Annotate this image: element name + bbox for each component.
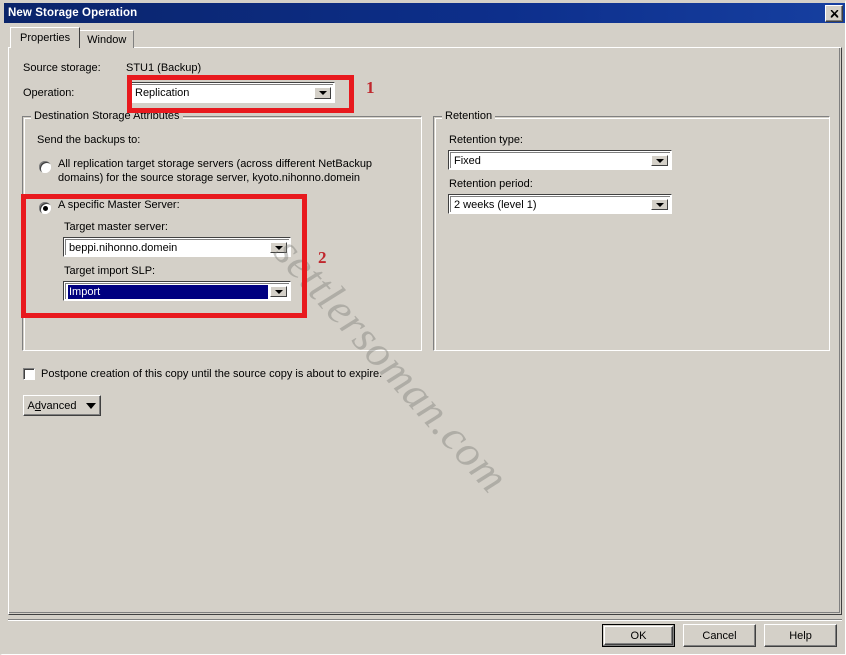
- operation-combo-value: Replication: [135, 87, 190, 99]
- tab-window-label: Window: [87, 33, 127, 46]
- target-master-server-combo[interactable]: beppi.nihonno.domein: [63, 237, 291, 257]
- dialog-window: New Storage Operation Properties Window …: [0, 0, 846, 655]
- send-backups-to-label: Send the backups to:: [37, 134, 141, 146]
- retention-period-combo[interactable]: 2 weeks (level 1): [448, 194, 672, 214]
- ok-button[interactable]: OK: [602, 624, 675, 647]
- operation-label: Operation:: [23, 87, 75, 99]
- retention-type-combo[interactable]: Fixed: [448, 150, 672, 170]
- radio-all-replication-targets-line1: All replication target storage servers (…: [58, 158, 373, 170]
- target-master-server-label: Target master server:: [64, 221, 168, 233]
- footer-separator: [8, 619, 842, 621]
- close-icon[interactable]: [825, 5, 843, 22]
- retention-period-label: Retention period:: [449, 178, 533, 190]
- postpone-checkbox[interactable]: [23, 368, 35, 380]
- cancel-button[interactable]: Cancel: [683, 624, 756, 647]
- radio-specific-master-server-label: A specific Master Server:: [58, 199, 180, 211]
- destination-storage-attributes-group: Destination Storage Attributes Send the …: [22, 110, 422, 351]
- retention-group-title: Retention: [442, 110, 496, 122]
- operation-combo[interactable]: Replication: [129, 82, 335, 103]
- source-storage-label: Source storage:: [23, 62, 101, 74]
- title-bar: New Storage Operation: [4, 3, 845, 23]
- chevron-down-icon[interactable]: [651, 155, 668, 166]
- target-import-slp-label: Target import SLP:: [64, 265, 156, 277]
- tab-properties[interactable]: Properties: [10, 27, 81, 48]
- tab-strip: Properties Window: [10, 27, 135, 48]
- postpone-checkbox-label: Postpone creation of this copy until the…: [41, 368, 383, 380]
- window-title: New Storage Operation: [8, 7, 138, 19]
- help-button-label: Help: [789, 629, 812, 642]
- ok-button-label: OK: [630, 629, 647, 642]
- chevron-down-icon: [86, 402, 97, 409]
- retention-group: Retention Retention type: Fixed Retentio…: [433, 110, 830, 351]
- target-import-slp-combo[interactable]: Import: [63, 281, 291, 301]
- tab-properties-label: Properties: [20, 32, 71, 44]
- advanced-button[interactable]: Advanced: [23, 395, 101, 416]
- advanced-button-label: Advanced: [27, 399, 77, 412]
- radio-all-replication-targets-line2: domains) for the source storage server, …: [58, 172, 361, 184]
- source-storage-value: STU1 (Backup): [126, 62, 202, 74]
- help-button[interactable]: Help: [764, 624, 837, 647]
- tab-window[interactable]: Window: [79, 30, 135, 48]
- retention-period-value: 2 weeks (level 1): [454, 198, 537, 211]
- chevron-down-icon[interactable]: [270, 242, 287, 253]
- target-import-slp-value: Import: [68, 284, 268, 299]
- retention-type-value: Fixed: [454, 154, 481, 167]
- chevron-down-icon[interactable]: [270, 286, 287, 297]
- chevron-down-icon[interactable]: [651, 199, 668, 210]
- cancel-button-label: Cancel: [702, 629, 737, 642]
- radio-specific-master-server[interactable]: [39, 202, 51, 214]
- destination-group-title: Destination Storage Attributes: [31, 110, 183, 122]
- chevron-down-icon[interactable]: [314, 87, 331, 99]
- retention-type-label: Retention type:: [449, 134, 523, 146]
- radio-all-replication-targets[interactable]: [39, 161, 51, 173]
- tab-page-properties: Source storage: STU1 (Backup) Operation:…: [8, 47, 842, 615]
- target-master-server-value: beppi.nihonno.domein: [69, 241, 178, 254]
- radio-selected-dot: [42, 205, 48, 211]
